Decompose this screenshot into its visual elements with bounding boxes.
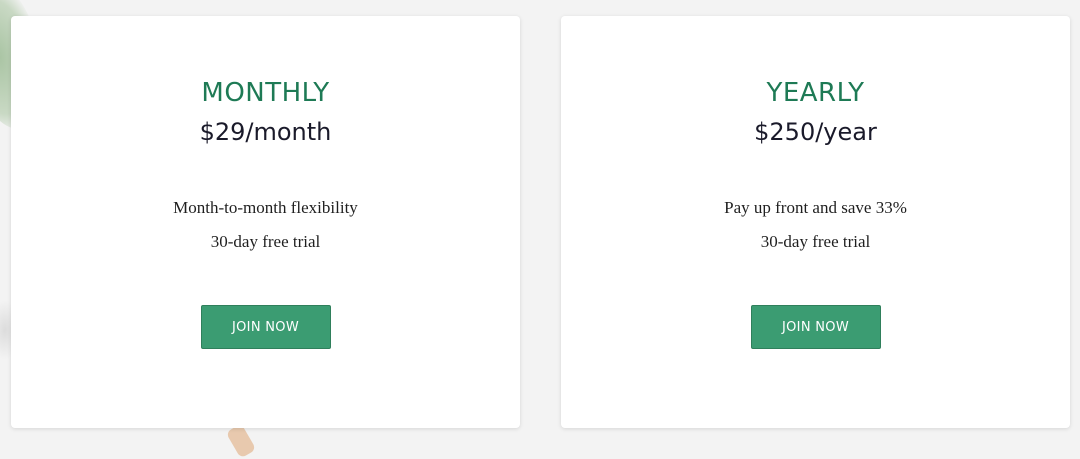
join-now-button-monthly[interactable]: JOIN NOW	[200, 305, 331, 349]
plan-feature: Pay up front and save 33%	[724, 198, 907, 217]
pricing-card-monthly: MONTHLY $29/month Month-to-month flexibi…	[11, 16, 520, 428]
background-stem-decoration	[225, 423, 257, 459]
plan-price: $250/year	[754, 118, 877, 146]
pricing-card-yearly: YEARLY $250/year Pay up front and save 3…	[561, 16, 1070, 428]
plan-feature: 30-day free trial	[210, 232, 321, 251]
plan-name: MONTHLY	[201, 78, 330, 108]
plan-feature: 30-day free trial	[760, 232, 871, 251]
plan-price: $29/month	[199, 118, 332, 146]
plan-feature: Month-to-month flexibility	[173, 198, 358, 217]
join-now-button-yearly[interactable]: JOIN NOW	[750, 305, 881, 349]
plan-name: YEARLY	[766, 78, 865, 108]
